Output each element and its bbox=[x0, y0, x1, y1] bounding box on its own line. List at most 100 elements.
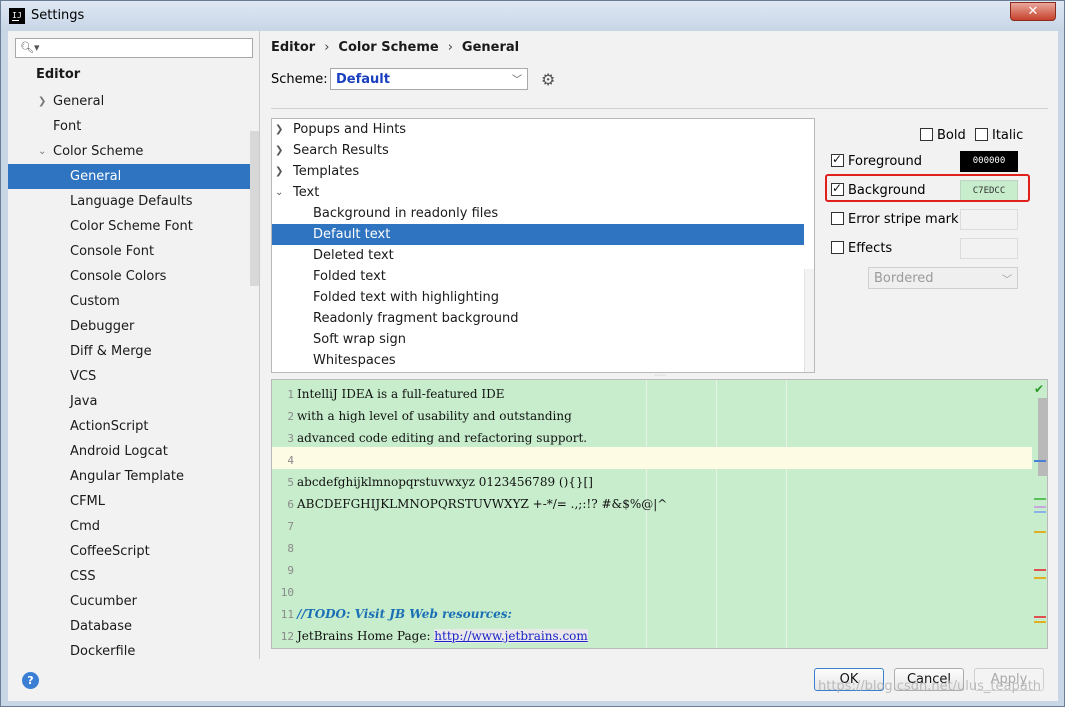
bold-checkbox[interactable]: Bold bbox=[920, 128, 966, 143]
chevron-right-icon[interactable]: ❯ bbox=[38, 89, 46, 114]
sidebar-item-language-defaults[interactable]: Language Defaults bbox=[8, 189, 259, 214]
foreground-label: Foreground bbox=[848, 154, 923, 169]
chevron-down-icon[interactable]: ⌄ bbox=[38, 139, 46, 164]
sidebar-item-custom[interactable]: Custom bbox=[8, 289, 259, 314]
line-number: 10 bbox=[280, 586, 294, 599]
preview-editor[interactable]: 1 2 3 4 5 6 7 8 9 10 11 12 IntelliJ IDEA… bbox=[271, 379, 1048, 649]
close-button[interactable]: ✕ bbox=[1010, 2, 1056, 21]
tree-item-deleted-text[interactable]: Deleted text bbox=[272, 245, 804, 266]
sidebar-item-font[interactable]: Font bbox=[8, 114, 259, 139]
error-stripe-color-swatch[interactable] bbox=[960, 209, 1018, 230]
tree-item-default-text[interactable]: Default text bbox=[272, 224, 804, 245]
sidebar-item-color-scheme-font[interactable]: Color Scheme Font bbox=[8, 214, 259, 239]
sidebar-item-color-scheme[interactable]: ⌄ Color Scheme bbox=[8, 139, 259, 164]
tree-item-soft-wrap-sign[interactable]: Soft wrap sign bbox=[272, 329, 804, 350]
sidebar-item-css[interactable]: CSS bbox=[8, 564, 259, 589]
help-button[interactable]: ? bbox=[22, 672, 39, 689]
foreground-color-swatch[interactable]: 000000 bbox=[960, 151, 1018, 172]
sidebar-item-coffeescript[interactable]: CoffeeScript bbox=[8, 539, 259, 564]
effects-style-dropdown[interactable]: Bordered ﹀ bbox=[868, 267, 1018, 289]
line-number: 8 bbox=[287, 542, 294, 555]
sidebar-item-cfml[interactable]: CFML bbox=[8, 489, 259, 514]
error-stripe-label: Error stripe mark bbox=[848, 212, 959, 227]
sidebar-item-dockerfile[interactable]: Dockerfile bbox=[8, 639, 259, 659]
scheme-dropdown[interactable]: Default ﹀ bbox=[330, 68, 528, 90]
settings-window: IJ Settings ✕ 🔍︎▾ Editor ❯ General Font … bbox=[0, 0, 1065, 707]
sidebar-item-java[interactable]: Java bbox=[8, 389, 259, 414]
line-number: 1 bbox=[287, 388, 294, 401]
line-number: 9 bbox=[287, 564, 294, 577]
sidebar-item-diff-merge[interactable]: Diff & Merge bbox=[8, 339, 259, 364]
checkbox-box[interactable] bbox=[975, 128, 988, 141]
sidebar-item-database[interactable]: Database bbox=[8, 614, 259, 639]
tree-item-folded-text[interactable]: Folded text bbox=[272, 266, 804, 287]
tree-item-popups-and-hints[interactable]: ❯ Popups and Hints bbox=[272, 119, 804, 140]
checkbox-box[interactable] bbox=[831, 241, 844, 254]
sidebar-item-vcs[interactable]: VCS bbox=[8, 364, 259, 389]
tree-item-label: Search Results bbox=[293, 143, 389, 158]
sidebar-item-label: Color Scheme bbox=[53, 144, 144, 159]
tree-item-text[interactable]: ⌄ Text bbox=[272, 182, 804, 203]
foreground-checkbox[interactable]: Foreground bbox=[831, 152, 923, 169]
sidebar-item-editor[interactable]: Editor bbox=[8, 62, 259, 87]
chevron-down-icon: ﹀ bbox=[1002, 275, 1012, 286]
breadcrumb: Editor › Color Scheme › General bbox=[271, 40, 519, 55]
gear-icon[interactable]: ⚙ bbox=[541, 70, 555, 89]
tree-item-folded-text-highlighting[interactable]: Folded text with highlighting bbox=[272, 287, 804, 308]
checkbox-box[interactable] bbox=[920, 128, 933, 141]
tree-item-readonly-fragment[interactable]: Readonly fragment background bbox=[272, 308, 804, 329]
code-line: IntelliJ IDEA is a full-featured IDE bbox=[297, 387, 505, 401]
tree-item-search-results[interactable]: ❯ Search Results bbox=[272, 140, 804, 161]
tree-item-templates[interactable]: ❯ Templates bbox=[272, 161, 804, 182]
sidebar-item-console-font[interactable]: Console Font bbox=[8, 239, 259, 264]
error-stripe-mark[interactable] bbox=[1034, 506, 1046, 508]
tree-item-whitespaces[interactable]: Whitespaces bbox=[272, 350, 804, 371]
guide-line bbox=[786, 380, 787, 648]
home-page-label: JetBrains Home Page: bbox=[297, 629, 435, 643]
caret-row-highlight bbox=[272, 447, 1032, 469]
effects-color-swatch[interactable] bbox=[960, 238, 1018, 259]
line-number: 6 bbox=[287, 498, 294, 511]
tree-scrollbar[interactable] bbox=[804, 269, 814, 372]
sidebar-item-android-logcat[interactable]: Android Logcat bbox=[8, 439, 259, 464]
effects-checkbox[interactable]: Effects bbox=[831, 241, 892, 256]
sidebar-item-debugger[interactable]: Debugger bbox=[8, 314, 259, 339]
search-input[interactable]: 🔍︎▾ bbox=[15, 38, 253, 58]
jetbrains-link[interactable]: http://www.jetbrains.com bbox=[434, 629, 588, 643]
error-stripe-mark[interactable] bbox=[1034, 511, 1046, 513]
chevron-right-icon[interactable]: ❯ bbox=[275, 161, 283, 182]
line-number: 11 bbox=[280, 608, 294, 621]
error-stripe-mark[interactable] bbox=[1034, 569, 1046, 571]
sidebar-item-cmd[interactable]: Cmd bbox=[8, 514, 259, 539]
sidebar-item-angular-template[interactable]: Angular Template bbox=[8, 464, 259, 489]
error-stripe-mark[interactable] bbox=[1034, 616, 1046, 618]
error-stripe-mark[interactable] bbox=[1034, 498, 1046, 500]
error-stripe-checkbox[interactable]: Error stripe mark bbox=[831, 212, 959, 227]
checkbox-box[interactable] bbox=[831, 152, 844, 167]
sidebar-item-console-colors[interactable]: Console Colors bbox=[8, 264, 259, 289]
italic-checkbox[interactable]: Italic bbox=[975, 128, 1023, 143]
line-number: 12 bbox=[280, 630, 294, 643]
sidebar-item-actionscript[interactable]: ActionScript bbox=[8, 414, 259, 439]
error-stripe-mark[interactable] bbox=[1034, 460, 1046, 462]
error-stripe-mark[interactable] bbox=[1034, 577, 1046, 579]
chevron-down-icon[interactable]: ⌄ bbox=[275, 182, 283, 203]
code-line: JetBrains Home Page: http://www.jetbrain… bbox=[297, 629, 588, 643]
tree-item-background-readonly[interactable]: Background in readonly files bbox=[272, 203, 804, 224]
inspection-ok-icon: ✔ bbox=[1034, 382, 1045, 396]
error-stripe-mark[interactable] bbox=[1034, 621, 1046, 623]
preview-scrollbar[interactable] bbox=[1038, 398, 1047, 476]
sidebar-item-general[interactable]: ❯ General bbox=[8, 89, 259, 114]
code-line: abcdefghijklmnopqrstuvwxyz 0123456789 ()… bbox=[297, 475, 593, 489]
checkbox-box[interactable] bbox=[831, 212, 844, 225]
sidebar-item-cucumber[interactable]: Cucumber bbox=[8, 589, 259, 614]
chevron-right-icon[interactable]: ❯ bbox=[275, 119, 283, 140]
error-stripe-mark[interactable] bbox=[1034, 531, 1046, 533]
chevron-right-icon[interactable]: ❯ bbox=[275, 140, 283, 161]
line-number: 2 bbox=[287, 410, 294, 423]
highlight-annotation-box bbox=[825, 174, 1030, 202]
code-line: with a high level of usability and outst… bbox=[297, 409, 572, 423]
italic-label: Italic bbox=[992, 128, 1024, 143]
sidebar-item-color-scheme-general[interactable]: General bbox=[8, 164, 259, 189]
sidebar-scrollbar[interactable] bbox=[250, 131, 259, 286]
